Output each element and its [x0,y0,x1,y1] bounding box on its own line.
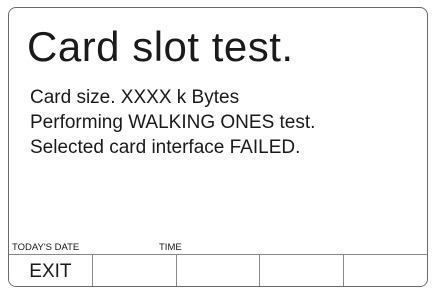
todays-date-label: TODAY'S DATE [12,242,80,253]
status-row: TODAY'S DATE TIME [9,241,427,255]
time-label: TIME [159,242,182,253]
screen-title: Card slot test. [27,23,294,70]
device-screen: Card slot test. Card size. XXXX k Bytes … [8,7,428,287]
softkey-3[interactable] [176,255,261,286]
softkey-4[interactable] [260,255,345,286]
message-card-size: Card size. XXXX k Bytes [30,87,240,108]
softkey-5[interactable] [344,255,427,286]
softkey-2[interactable] [92,255,177,286]
softkey-bar: EXIT [9,254,427,286]
message-list: Card size. XXXX k Bytes Performing WALKI… [30,85,315,160]
message-test-running: Performing WALKING ONES test. [30,112,316,133]
message-test-result: Selected card interface FAILED. [30,137,301,158]
exit-softkey[interactable]: EXIT [9,255,93,286]
